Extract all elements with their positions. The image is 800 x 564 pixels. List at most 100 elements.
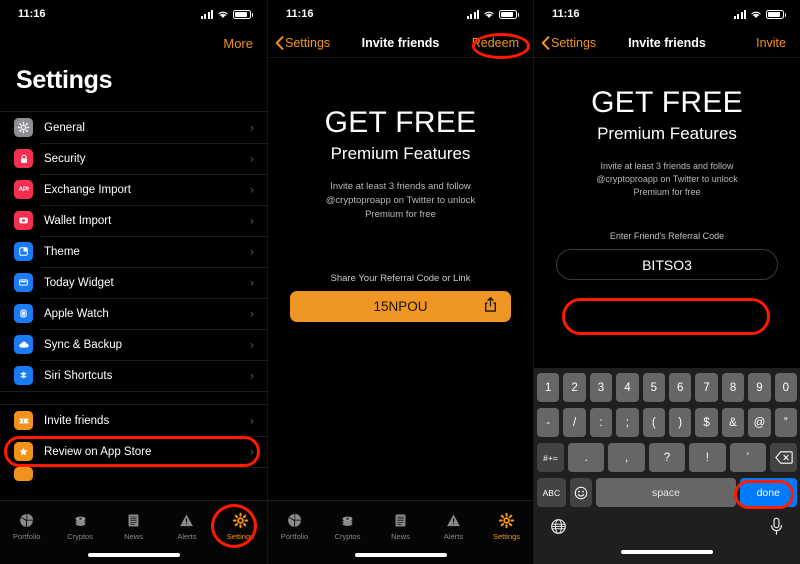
key-ampersand[interactable]: & bbox=[721, 408, 745, 437]
key-exclamation[interactable]: ! bbox=[689, 443, 726, 472]
chevron-right-icon: › bbox=[249, 306, 255, 321]
home-indicator bbox=[87, 553, 180, 557]
wifi-icon bbox=[218, 11, 228, 18]
keyboard-bottom-row bbox=[534, 513, 800, 541]
key-symbols-toggle[interactable]: #+= bbox=[537, 443, 564, 472]
enter-code-label: Enter Friend's Referral Code bbox=[609, 231, 725, 242]
referral-code-value: 15NPOU bbox=[373, 299, 428, 315]
tab-portfolio[interactable]: Portfolio bbox=[268, 505, 321, 547]
key-3[interactable]: 3 bbox=[589, 373, 613, 402]
key-7[interactable]: 7 bbox=[695, 373, 718, 402]
key-hyphen[interactable]: - bbox=[536, 408, 560, 437]
key-paren-close[interactable]: ) bbox=[669, 408, 692, 437]
cellular-bars-icon bbox=[200, 9, 213, 19]
sidebar-item-security[interactable]: Security › bbox=[0, 143, 267, 174]
keyboard-row-symbols: - / : ; ( ) $ & @ ” bbox=[534, 408, 800, 437]
key-6[interactable]: 6 bbox=[669, 373, 692, 402]
sidebar-item-exchange-import[interactable]: API Exchange Import › bbox=[0, 174, 267, 205]
apple-watch-icon bbox=[14, 304, 33, 323]
key-abc[interactable]: ABC bbox=[537, 478, 566, 507]
keyboard-row-bottom: ABC space done bbox=[534, 478, 800, 507]
key-9[interactable]: 9 bbox=[748, 373, 771, 402]
coins-stack-icon bbox=[75, 516, 86, 526]
ticket-icon bbox=[14, 411, 33, 430]
referral-code-input[interactable]: BITSO3 bbox=[556, 249, 778, 281]
tab-news[interactable]: News bbox=[374, 505, 427, 547]
invite-button[interactable]: Invite bbox=[756, 36, 800, 50]
cellular-bars-icon bbox=[466, 9, 479, 19]
tab-portfolio[interactable]: Portfolio bbox=[0, 505, 53, 547]
tab-alerts[interactable]: Alerts bbox=[427, 505, 480, 547]
globe-icon[interactable] bbox=[550, 518, 567, 540]
sidebar-item-label: Sync & Backup bbox=[44, 338, 122, 351]
key-slash[interactable]: / bbox=[563, 408, 586, 437]
chevron-right-icon: › bbox=[249, 151, 255, 166]
key-2[interactable]: 2 bbox=[563, 373, 586, 402]
sidebar-item-review-app-store[interactable]: Review on App Store › bbox=[0, 436, 267, 467]
key-comma[interactable]: , bbox=[608, 443, 645, 472]
backspace-icon[interactable] bbox=[770, 443, 797, 472]
key-4[interactable]: 4 bbox=[616, 373, 639, 402]
nav-bar: Settings Invite friends Redeem bbox=[268, 28, 533, 58]
chevron-right-icon: › bbox=[249, 120, 255, 135]
key-at[interactable]: @ bbox=[748, 408, 771, 437]
tab-label: News bbox=[124, 531, 143, 541]
pie-chart-icon bbox=[288, 513, 302, 527]
home-indicator bbox=[621, 550, 713, 554]
key-quote[interactable]: ” bbox=[774, 408, 798, 437]
key-dollar[interactable]: $ bbox=[695, 408, 718, 437]
key-semicolon[interactable]: ; bbox=[616, 408, 639, 437]
tab-alerts[interactable]: Alerts bbox=[160, 505, 213, 547]
key-0[interactable]: 0 bbox=[774, 373, 798, 402]
document-lines-icon bbox=[128, 513, 139, 527]
chevron-right-icon: › bbox=[249, 275, 255, 290]
share-label: Share Your Referral Code or Link bbox=[330, 273, 471, 285]
tab-news[interactable]: News bbox=[107, 505, 160, 547]
emoji-smiley-icon[interactable] bbox=[569, 478, 593, 507]
key-done[interactable]: done bbox=[739, 478, 798, 507]
more-label: More bbox=[223, 35, 253, 51]
tab-cryptos[interactable]: Cryptos bbox=[321, 505, 374, 547]
settings-group-2: Invite friends › Review on App Store › bbox=[0, 405, 267, 481]
key-8[interactable]: 8 bbox=[721, 373, 745, 402]
sidebar-item-label: Apple Watch bbox=[44, 307, 109, 320]
sidebar-item-invite-friends[interactable]: Invite friends › bbox=[0, 405, 267, 436]
tab-label: Alerts bbox=[177, 531, 197, 541]
microphone-icon[interactable] bbox=[769, 517, 784, 541]
partial-orange-icon bbox=[14, 467, 33, 481]
sidebar-item-sync-backup[interactable]: Sync & Backup › bbox=[0, 329, 267, 360]
share-upload-icon[interactable] bbox=[484, 296, 497, 317]
sidebar-item-wallet-import[interactable]: Wallet Import › bbox=[0, 205, 267, 236]
tab-label: Settings bbox=[492, 531, 521, 541]
sidebar-item-today-widget[interactable]: Today Widget › bbox=[0, 267, 267, 298]
sidebar-item-theme[interactable]: Theme › bbox=[0, 236, 267, 267]
chevron-right-icon: › bbox=[249, 182, 255, 197]
key-5[interactable]: 5 bbox=[642, 373, 665, 402]
tab-label: Portfolio bbox=[280, 531, 309, 541]
key-question[interactable]: ? bbox=[648, 443, 686, 472]
tab-settings[interactable]: Settings bbox=[214, 505, 267, 547]
sidebar-item-apple-watch[interactable]: Apple Watch › bbox=[0, 298, 267, 329]
referral-code-button[interactable]: 15NPOU bbox=[290, 291, 511, 323]
more-button[interactable]: More bbox=[0, 28, 267, 58]
enter-code-section: Enter Friend's Referral Code BITSO3 bbox=[534, 231, 800, 281]
sidebar-item-partial[interactable] bbox=[0, 467, 267, 481]
sidebar-item-general[interactable]: General › bbox=[0, 112, 267, 143]
key-apostrophe[interactable]: ’ bbox=[729, 443, 767, 472]
key-colon[interactable]: : bbox=[589, 408, 613, 437]
key-period[interactable]: . bbox=[567, 443, 605, 472]
battery-icon bbox=[499, 9, 519, 19]
key-space[interactable]: space bbox=[596, 478, 736, 507]
wifi-icon bbox=[484, 11, 494, 18]
promo-block: GET FREE Premium Features Invite at leas… bbox=[534, 86, 800, 199]
key-1[interactable]: 1 bbox=[536, 373, 560, 402]
tab-cryptos[interactable]: Cryptos bbox=[53, 505, 106, 547]
status-time: 11:16 bbox=[18, 8, 46, 20]
tab-bar: Portfolio Cryptos News Alerts Settings bbox=[268, 500, 533, 564]
tab-settings[interactable]: Settings bbox=[480, 505, 533, 547]
status-bar: 11:16 bbox=[534, 0, 800, 28]
redeem-button[interactable]: Redeem bbox=[472, 36, 533, 50]
sidebar-item-siri-shortcuts[interactable]: Siri Shortcuts › bbox=[0, 360, 267, 391]
chevron-right-icon: › bbox=[249, 244, 255, 259]
key-paren-open[interactable]: ( bbox=[642, 408, 665, 437]
